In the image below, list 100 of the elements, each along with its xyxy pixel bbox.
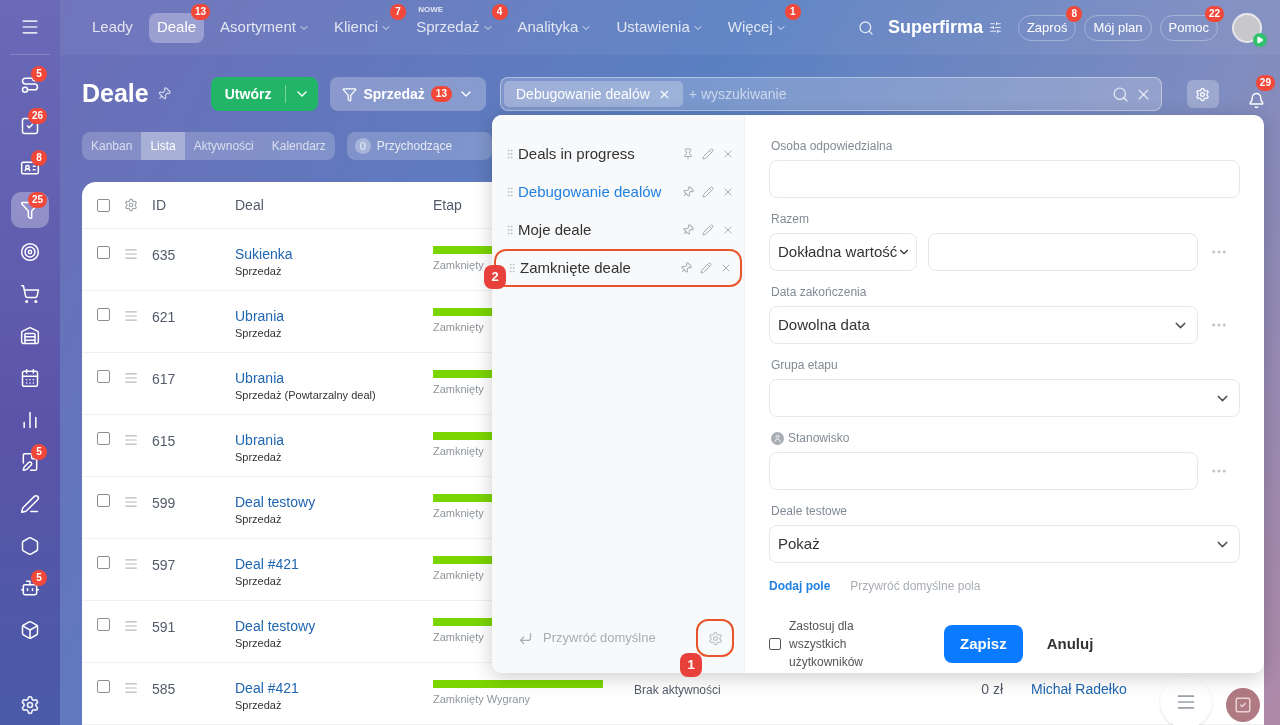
select-field[interactable]: Dowolna data	[769, 306, 1198, 344]
search-field[interactable]: Debugowanie dealów + wyszukiwanie	[500, 77, 1162, 111]
play-icon	[1253, 32, 1267, 47]
filter-preset[interactable]: Moje deale	[494, 211, 742, 249]
deal-link[interactable]: Deal testowy	[235, 617, 316, 635]
sidebar-item[interactable]: 5	[11, 570, 49, 606]
deal-link[interactable]: Ubrania	[235, 307, 285, 325]
pen-icon	[20, 494, 40, 514]
nav-tab[interactable]: Asortyment	[212, 12, 318, 43]
pipeline-name: Sprzedaż	[235, 512, 282, 527]
drag-handle-icon	[504, 186, 516, 198]
pipeline-name: Sprzedaż	[235, 636, 282, 651]
search-icon[interactable]	[857, 19, 874, 36]
save-button[interactable]: Zapisz	[944, 625, 1023, 663]
add-field-link[interactable]: Dodaj pole	[769, 577, 831, 595]
nav-tab[interactable]: Analityka	[509, 12, 601, 43]
calendar-icon	[20, 368, 40, 388]
settings-icon[interactable]	[696, 619, 734, 657]
edit-icon[interactable]	[702, 224, 714, 236]
deal-link[interactable]: Ubrania	[235, 369, 285, 387]
text-field[interactable]	[769, 452, 1198, 490]
view-tab[interactable]: Kalendarz	[262, 132, 335, 160]
text-field[interactable]	[769, 160, 1240, 198]
count-badge: 7	[390, 3, 407, 20]
stage-name: Zamknięty	[433, 382, 484, 397]
deal-link[interactable]: Deal #421	[235, 679, 299, 697]
pin-icon[interactable]	[156, 87, 171, 101]
count-badge: 5	[31, 66, 47, 82]
pipeline-button[interactable]: Sprzedaż 13	[330, 77, 486, 111]
view-tab[interactable]: Lista	[141, 132, 185, 160]
select-field[interactable]: Pokaż	[769, 525, 1240, 563]
menu-icon[interactable]	[20, 17, 40, 37]
nav-tab[interactable]: Leady	[84, 12, 141, 43]
close-icon[interactable]	[722, 224, 734, 236]
user-avatar[interactable]	[1232, 12, 1262, 43]
deal-id: 635	[152, 246, 177, 265]
view-tab[interactable]: Aktywności	[184, 132, 263, 160]
edit-icon[interactable]	[700, 262, 712, 274]
filter-chip[interactable]: Debugowanie dealów	[504, 81, 683, 107]
drag-handle-icon	[124, 495, 138, 509]
gear-icon	[124, 198, 138, 212]
checkbox[interactable]	[769, 638, 781, 650]
sidebar-item[interactable]: 8	[11, 150, 49, 186]
view-tab[interactable]: Kanban	[82, 132, 142, 160]
sliders-icon[interactable]	[988, 21, 1002, 34]
new-label: NOWE	[418, 3, 443, 16]
count-badge: 4	[491, 3, 508, 20]
deal-link[interactable]: Sukienka	[235, 245, 293, 263]
close-icon[interactable]	[720, 262, 732, 274]
deal-id: 591	[152, 618, 177, 637]
sidebar-item[interactable]: 5	[11, 66, 49, 102]
select-field[interactable]	[769, 379, 1240, 417]
field-label: Stanowisko	[788, 430, 850, 447]
cube-icon	[20, 620, 40, 640]
checkbox[interactable]	[97, 556, 110, 569]
checkbox[interactable]	[97, 618, 110, 631]
bell-icon	[1248, 92, 1266, 109]
pin-icon[interactable]	[682, 224, 694, 236]
incoming-filter[interactable]: 0 Przychodzące	[346, 132, 493, 160]
value-field[interactable]	[928, 233, 1198, 271]
filter-preset[interactable]: Deals in progress	[494, 135, 742, 173]
activity-status: Brak aktywności	[634, 682, 722, 699]
pin-icon[interactable]	[682, 148, 694, 160]
cart-icon	[20, 284, 40, 304]
cancel-button[interactable]: Anuluj	[1046, 632, 1094, 656]
sidebar-item[interactable]: 25	[11, 192, 49, 228]
bell-button[interactable]: 29	[1239, 75, 1275, 113]
filter-preset[interactable]: Debugowanie dealów	[494, 173, 742, 211]
search-input[interactable]: + wyszukiwanie	[682, 83, 1112, 105]
deal-link[interactable]: Ubrania	[235, 431, 285, 449]
checkbox[interactable]	[97, 432, 110, 445]
settings-icon[interactable]	[1187, 80, 1219, 108]
checkbox[interactable]	[97, 198, 110, 212]
checkbox[interactable]	[97, 370, 110, 383]
deal-link[interactable]: Deal #421	[235, 555, 299, 573]
column-header[interactable]: ID	[152, 194, 235, 216]
pin-icon[interactable]	[682, 186, 694, 198]
deal-link[interactable]: Deal testowy	[235, 493, 316, 511]
drag-handle-icon	[124, 309, 138, 323]
restore-fields-link[interactable]: Przywróć domyślne pola	[850, 577, 981, 595]
edit-icon[interactable]	[702, 148, 714, 160]
checkbox[interactable]	[97, 680, 110, 693]
close-icon[interactable]	[722, 148, 734, 160]
restore-defaults-link[interactable]: Przywróć domyślne	[518, 628, 696, 648]
sidebar-item[interactable]: 26	[11, 108, 49, 144]
drag-handle-icon	[506, 262, 518, 274]
create-button[interactable]: Utwórz	[210, 77, 319, 111]
drag-handle-icon	[504, 224, 516, 236]
sidebar-item[interactable]: 5	[11, 444, 49, 480]
close-icon[interactable]	[722, 186, 734, 198]
column-header[interactable]: Deal	[235, 194, 433, 216]
responsible-link[interactable]: Michał Radełko	[1031, 679, 1127, 700]
checkbox[interactable]	[97, 494, 110, 507]
select-field[interactable]: Dokładna wartość	[769, 233, 917, 271]
checkbox[interactable]	[97, 308, 110, 321]
count-badge: 22	[1204, 5, 1224, 22]
edit-icon[interactable]	[702, 186, 714, 198]
checkbox[interactable]	[97, 246, 110, 259]
nav-tab[interactable]: Ustawienia	[608, 12, 712, 43]
pin-icon[interactable]	[680, 262, 692, 274]
